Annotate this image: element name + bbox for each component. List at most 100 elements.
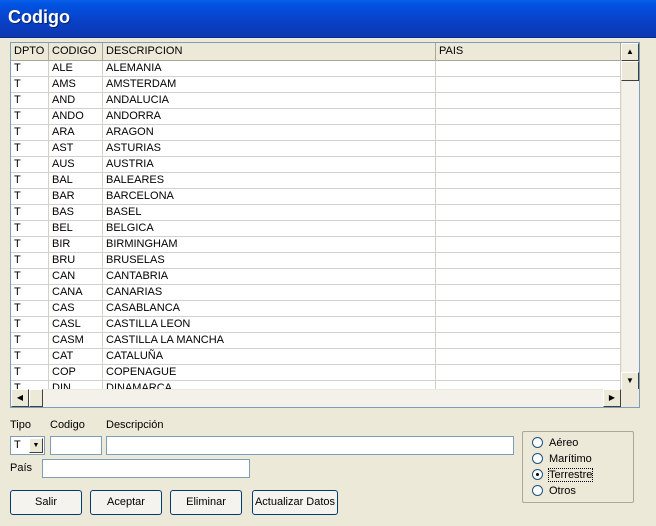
pais-cell[interactable] <box>436 173 621 189</box>
table-row[interactable]: T AST ASTURIAS <box>11 141 621 157</box>
descripcion-cell[interactable]: CATALUÑA <box>103 349 436 365</box>
radio-otros[interactable]: Otros <box>532 483 576 498</box>
dpto-cell[interactable]: T <box>11 125 49 141</box>
dpto-cell[interactable]: T <box>11 237 49 253</box>
table-row[interactable]: T ALE ALEMANIA <box>11 61 621 77</box>
descripcion-cell[interactable]: BELGICA <box>103 221 436 237</box>
dpto-cell[interactable]: T <box>11 221 49 237</box>
column-header-descripcion[interactable]: DESCRIPCION <box>103 43 436 61</box>
scroll-left-button[interactable]: ◀ <box>11 389 29 407</box>
dpto-cell[interactable]: T <box>11 77 49 93</box>
dpto-cell[interactable]: T <box>11 253 49 269</box>
eliminar-button[interactable]: Eliminar <box>170 490 242 515</box>
descripcion-cell[interactable]: ANDALUCIA <box>103 93 436 109</box>
codigo-cell[interactable]: BRU <box>49 253 103 269</box>
table-row[interactable]: T CAS CASABLANCA <box>11 301 621 317</box>
dpto-cell[interactable]: T <box>11 317 49 333</box>
table-row[interactable]: T AUS AUSTRIA <box>11 157 621 173</box>
codigo-cell[interactable]: ARA <box>49 125 103 141</box>
scroll-down-button[interactable]: ▼ <box>621 372 639 390</box>
radio-terrestre[interactable]: Terrestre <box>532 467 594 482</box>
dpto-cell[interactable]: T <box>11 333 49 349</box>
scroll-up-button[interactable]: ▲ <box>621 43 639 61</box>
radio-terrestre-circle[interactable] <box>532 469 543 480</box>
codigo-cell[interactable]: AND <box>49 93 103 109</box>
table-row[interactable]: T CASL CASTILLA LEON <box>11 317 621 333</box>
tipo-select[interactable]: T ▼ <box>10 436 45 455</box>
codigo-cell[interactable]: AST <box>49 141 103 157</box>
pais-cell[interactable] <box>436 157 621 173</box>
descripcion-cell[interactable]: ALEMANIA <box>103 61 436 77</box>
codigo-cell[interactable]: CAS <box>49 301 103 317</box>
pais-cell[interactable] <box>436 237 621 253</box>
descripcion-cell[interactable]: BASEL <box>103 205 436 221</box>
dpto-cell[interactable]: T <box>11 173 49 189</box>
codigo-cell[interactable]: ANDO <box>49 109 103 125</box>
pais-cell[interactable] <box>436 269 621 285</box>
codigo-cell[interactable]: AUS <box>49 157 103 173</box>
codigo-cell[interactable]: COP <box>49 365 103 381</box>
descripcion-cell[interactable]: ANDORRA <box>103 109 436 125</box>
codigo-cell[interactable]: CASM <box>49 333 103 349</box>
codigo-cell[interactable]: BAL <box>49 173 103 189</box>
descripcion-cell[interactable]: BALEARES <box>103 173 436 189</box>
table-row[interactable]: T ANDO ANDORRA <box>11 109 621 125</box>
vertical-scroll-thumb[interactable] <box>621 61 639 81</box>
pais-cell[interactable] <box>436 125 621 141</box>
pais-cell[interactable] <box>436 317 621 333</box>
table-row[interactable]: T BAL BALEARES <box>11 173 621 189</box>
codigo-cell[interactable]: CAT <box>49 349 103 365</box>
salir-button[interactable]: Salir <box>10 490 82 515</box>
dpto-cell[interactable]: T <box>11 141 49 157</box>
descripcion-cell[interactable]: COPENAGUE <box>103 365 436 381</box>
codigo-cell[interactable]: BAR <box>49 189 103 205</box>
pais-cell[interactable] <box>436 205 621 221</box>
table-row[interactable]: T ARA ARAGON <box>11 125 621 141</box>
table-row[interactable]: T CASM CASTILLA LA MANCHA <box>11 333 621 349</box>
dpto-cell[interactable]: T <box>11 109 49 125</box>
descripcion-cell[interactable]: BIRMINGHAM <box>103 237 436 253</box>
pais-cell[interactable] <box>436 93 621 109</box>
pais-cell[interactable] <box>436 189 621 205</box>
pais-cell[interactable] <box>436 61 621 77</box>
pais-input[interactable] <box>42 459 250 478</box>
dpto-cell[interactable]: T <box>11 61 49 77</box>
pais-cell[interactable] <box>436 349 621 365</box>
pais-cell[interactable] <box>436 109 621 125</box>
pais-cell[interactable] <box>436 285 621 301</box>
codigo-cell[interactable]: CASL <box>49 317 103 333</box>
pais-cell[interactable] <box>436 333 621 349</box>
radio-otros-circle[interactable] <box>532 485 543 496</box>
dpto-cell[interactable]: T <box>11 349 49 365</box>
title-bar[interactable]: Codigo <box>0 0 656 38</box>
table-row[interactable]: T AND ANDALUCIA <box>11 93 621 109</box>
descripcion-cell[interactable]: BARCELONA <box>103 189 436 205</box>
aceptar-button[interactable]: Aceptar <box>90 490 162 515</box>
column-header-codigo[interactable]: CODIGO <box>49 43 103 61</box>
dpto-cell[interactable]: T <box>11 205 49 221</box>
pais-cell[interactable] <box>436 141 621 157</box>
codigo-cell[interactable]: BAS <box>49 205 103 221</box>
codigo-cell[interactable]: AMS <box>49 77 103 93</box>
codigo-cell[interactable]: ALE <box>49 61 103 77</box>
column-header-pais[interactable]: PAIS <box>436 43 621 61</box>
pais-cell[interactable] <box>436 365 621 381</box>
radio-aereo-circle[interactable] <box>532 437 543 448</box>
table-row[interactable]: T COP COPENAGUE <box>11 365 621 381</box>
dpto-cell[interactable]: T <box>11 157 49 173</box>
data-grid[interactable]: DPTO CODIGO DESCRIPCION PAIS T ALE ALEMANI… <box>10 42 640 408</box>
pais-cell[interactable] <box>436 253 621 269</box>
descripcion-cell[interactable]: AUSTRIA <box>103 157 436 173</box>
table-row[interactable]: T BAR BARCELONA <box>11 189 621 205</box>
dpto-cell[interactable]: T <box>11 189 49 205</box>
scroll-right-button[interactable]: ▶ <box>603 389 621 407</box>
descripcion-cell[interactable]: ASTURIAS <box>103 141 436 157</box>
actualizar-datos-button[interactable]: Actualizar Datos <box>252 490 338 515</box>
horizontal-scroll-thumb[interactable] <box>29 389 43 407</box>
table-row[interactable]: T BEL BELGICA <box>11 221 621 237</box>
table-row[interactable]: T BIR BIRMINGHAM <box>11 237 621 253</box>
descripcion-input[interactable] <box>106 436 514 455</box>
radio-maritimo[interactable]: Marítimo <box>532 451 592 466</box>
dpto-cell[interactable]: T <box>11 285 49 301</box>
codigo-input[interactable] <box>50 436 102 455</box>
